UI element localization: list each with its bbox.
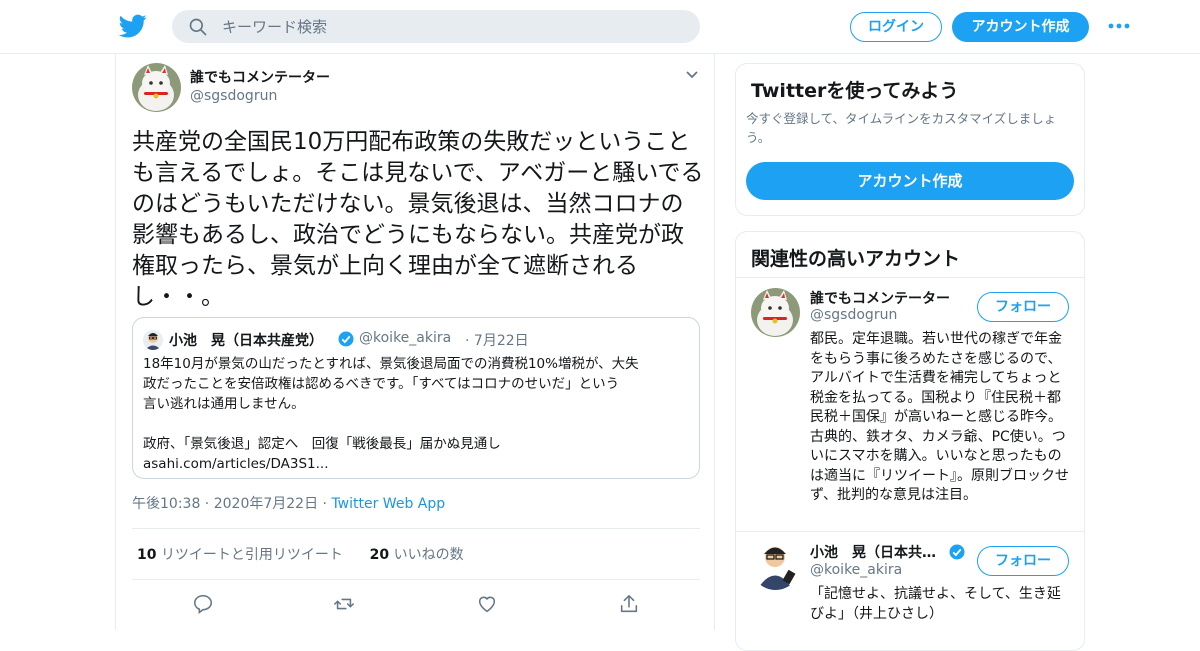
verified-badge-icon [338, 331, 354, 347]
follow-button[interactable]: フォロー [977, 546, 1069, 576]
divider [736, 531, 1084, 532]
quoted-avatar [143, 330, 163, 350]
divider [132, 579, 700, 580]
search-bar[interactable] [172, 10, 700, 43]
likes-count: 20 [369, 547, 390, 563]
tweet-text: 共産党の全国民10万円配布政策の失敗だッということも言えるでしょ。そこは見ないで… [132, 129, 704, 310]
maneki-neko-avatar-icon [751, 288, 800, 337]
tweet-date: 2020年7月22日 [213, 496, 319, 512]
author-handle[interactable]: @sgsdogrun [190, 88, 277, 104]
divider [736, 277, 1084, 278]
like-heart-icon[interactable] [476, 593, 498, 615]
promo-description: 今すぐ登録して、タイムラインをカスタマイズしましょう。 [746, 111, 1057, 145]
twitter-logo-icon[interactable] [118, 12, 148, 40]
tweet-source-app[interactable]: Twitter Web App [331, 496, 445, 512]
search-icon [189, 18, 207, 36]
divider [132, 528, 700, 529]
chevron-down-icon[interactable] [684, 69, 700, 81]
person-avatar-icon [143, 330, 163, 350]
quoted-line: 政府、「景気後退」認定へ 回復「戦後最長」届かぬ見通し [143, 436, 501, 452]
login-button[interactable]: ログイン [850, 12, 942, 42]
account-handle[interactable]: @koike_akira [810, 562, 902, 578]
related-accounts-card: 関連性の高いアカウント 誰でもコメンテーター @sgsdogrun フォロー 都… [735, 231, 1085, 651]
more-options-icon[interactable] [1108, 16, 1130, 36]
quoted-author-name: 小池 晃（日本共産党） [169, 333, 323, 349]
related-title: 関連性の高いアカウント [751, 248, 961, 270]
tweet-meta: 午後10:38 · 2020年7月22日 · Twitter Web App [132, 496, 446, 512]
reply-icon[interactable] [192, 593, 214, 615]
signup-promo-card: Twitterを使ってみよう 今すぐ登録して、タイムラインをカスタマイズしましょ… [735, 63, 1085, 216]
signup-button[interactable]: アカウント作成 [952, 12, 1089, 42]
account-name[interactable]: 小池 晃（日本共… [810, 542, 936, 562]
tweet-stats: 10 リツイートと引用リツイート 20 いいねの数 [137, 544, 464, 564]
search-input[interactable] [222, 10, 682, 43]
quoted-tweet[interactable]: 小池 晃（日本共産党） @koike_akira · 7月22日 18年10月が… [132, 317, 700, 479]
promo-signup-button[interactable]: アカウント作成 [746, 162, 1074, 200]
promo-title: Twitterを使ってみよう [751, 80, 959, 102]
quoted-text: 18年10月が景気の山だったとすれば、景気後退局面での消費税10%増税が、大失 … [143, 354, 691, 474]
account-avatar[interactable] [751, 541, 800, 590]
quoted-link[interactable]: asahi.com/articles/DA3S1... [143, 454, 691, 474]
verified-badge-icon [949, 544, 965, 560]
account-bio: 都民。定年退職。若い世代の稼ぎで年金をもらう事に後ろめたさを感じるので、アルバイ… [810, 331, 1069, 503]
retweets-stat[interactable]: 10 リツイートと引用リツイート [137, 547, 343, 563]
quoted-date-text: 7月22日 [473, 333, 529, 349]
tweet-detail: 誰でもコメンテーター @sgsdogrun 共産党の全国民10万円配布政策の失敗… [115, 53, 715, 630]
retweets-count: 10 [137, 547, 157, 563]
likes-stat[interactable]: 20 いいねの数 [370, 547, 464, 563]
account-bio: 「記憶せよ、抗議せよ、そして、生き延びよ」（井上ひさし） [810, 586, 1061, 622]
top-bar: ログイン アカウント作成 [0, 0, 1200, 54]
account-name[interactable]: 誰でもコメンテーター [810, 288, 950, 308]
account-avatar[interactable] [751, 288, 800, 337]
quoted-line [143, 414, 691, 434]
quoted-line: 政だったことを安倍政権は認めるべきです。「すべてはコロナのせいだ」という [143, 376, 620, 392]
author-name[interactable]: 誰でもコメンテーター [190, 67, 330, 87]
share-icon[interactable] [618, 593, 640, 615]
follow-button[interactable]: フォロー [977, 292, 1069, 322]
quoted-date: · 7月22日 [465, 333, 529, 349]
avatar[interactable] [132, 63, 181, 112]
retweets-label: リツイートと引用リツイート [160, 547, 343, 563]
quoted-line: 18年10月が景気の山だったとすれば、景気後退局面での消費税10%増税が、大失 [143, 356, 639, 372]
maneki-neko-avatar-icon [132, 63, 181, 112]
likes-label: いいねの数 [393, 547, 464, 563]
account-handle[interactable]: @sgsdogrun [810, 307, 897, 323]
tweet-time: 午後10:38 [132, 496, 201, 512]
retweet-icon[interactable] [333, 593, 355, 615]
quoted-author-handle: @koike_akira [359, 330, 452, 346]
quoted-line: 言い逃れは通用しません。 [143, 396, 305, 412]
person-avatar-icon [751, 541, 800, 590]
